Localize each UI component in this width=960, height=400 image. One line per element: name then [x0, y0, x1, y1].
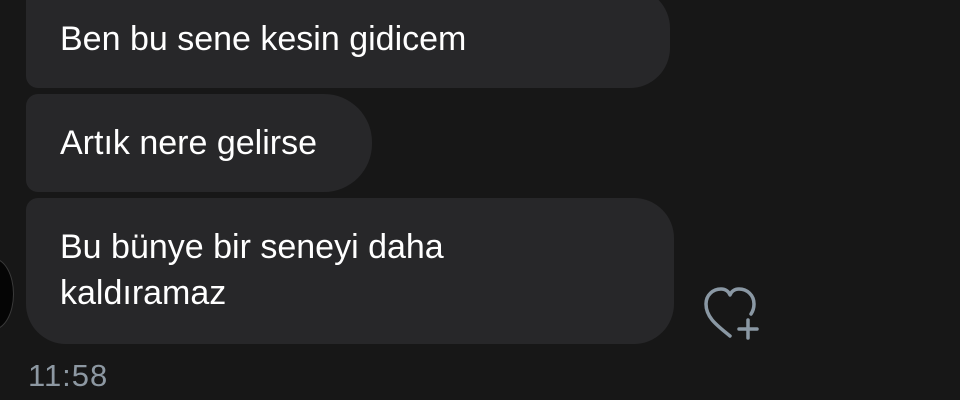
- message-text: Bu bünye bir seneyi daha kaldıramaz: [60, 228, 444, 312]
- message-timestamp: 11:58: [28, 358, 109, 393]
- message-bubble[interactable]: Ben bu sene kesin gidicem: [26, 0, 670, 88]
- message-text: Ben bu sene kesin gidicem: [60, 20, 467, 58]
- heart-plus-icon: [704, 287, 759, 340]
- message-bubble[interactable]: Artık nere gelirse: [26, 94, 372, 192]
- react-button[interactable]: [700, 286, 766, 342]
- sender-avatar[interactable]: [0, 258, 14, 330]
- message-bubble[interactable]: Bu bünye bir seneyi daha kaldıramaz: [26, 198, 674, 344]
- message-text: Artık nere gelirse: [60, 124, 317, 162]
- chat-screen: Ben bu sene kesin gidicem Artık nere gel…: [0, 0, 960, 400]
